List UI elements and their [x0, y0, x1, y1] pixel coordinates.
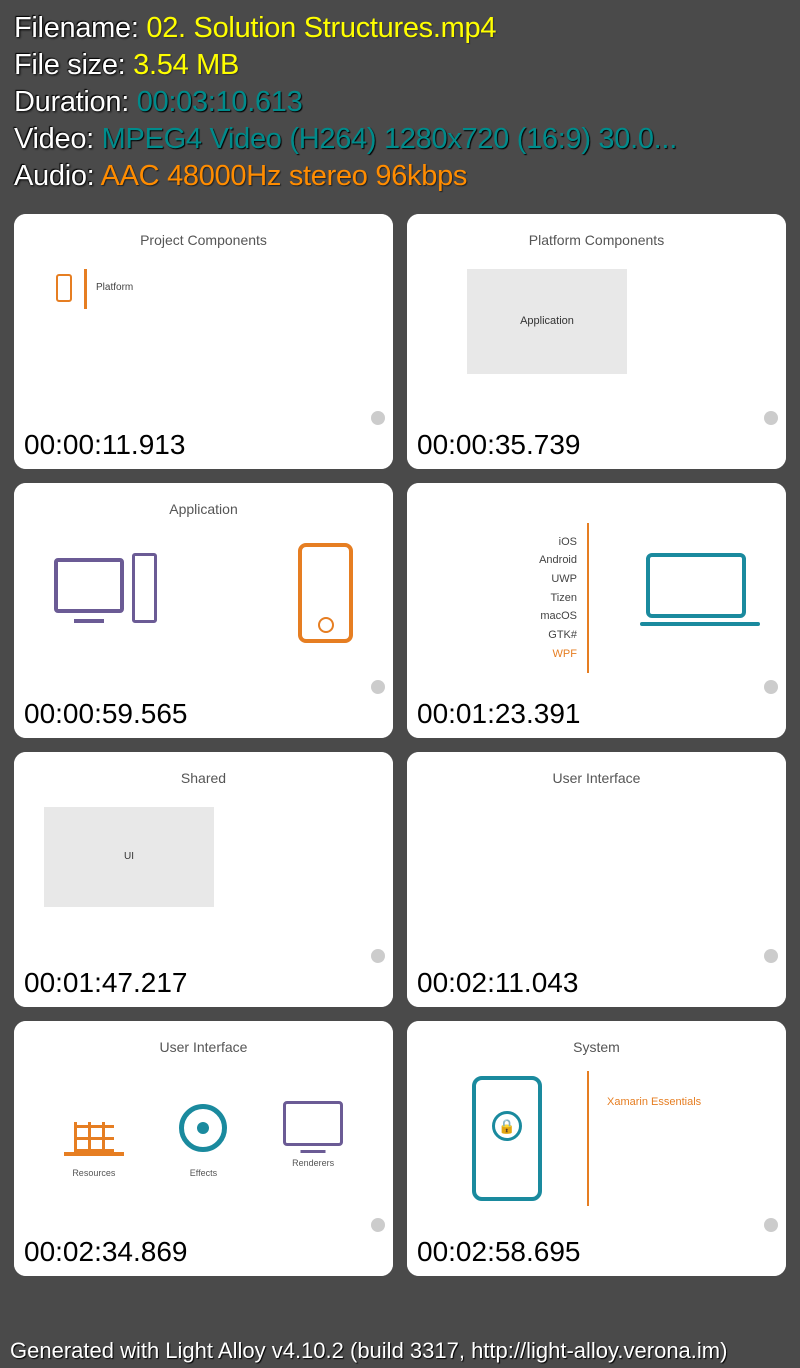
effects-item: Effects	[173, 1101, 233, 1178]
thumbnail-body: Platform Components Application	[407, 214, 786, 423]
list-item: UWP	[517, 570, 577, 589]
divider-bar	[587, 523, 589, 673]
video-value: MPEG4 Video (H264) 1280x720 (16:9) 30.0.…	[102, 123, 677, 155]
slide-title: System	[407, 1021, 786, 1055]
list-item: iOS	[517, 533, 577, 552]
audio-label: Audio:	[14, 160, 101, 192]
timestamp: 00:00:59.565	[14, 692, 393, 738]
item-label: Effects	[173, 1168, 233, 1178]
list-item: macOS	[517, 607, 577, 626]
thumbnail-body: iOS Android UWP Tizen macOS GTK# WPF	[407, 483, 786, 692]
video-label: Video:	[14, 123, 102, 155]
slide-title: Application	[14, 483, 393, 517]
list-item: Android	[517, 551, 577, 570]
resources-item: Resources	[64, 1101, 124, 1178]
watermark-icon	[764, 949, 778, 963]
lock-icon: 🔒	[492, 1111, 522, 1141]
timestamp: 00:00:35.739	[407, 423, 786, 469]
bricks-icon	[64, 1101, 124, 1156]
filesize-value: 3.54 MB	[133, 49, 239, 81]
duration-row: Duration: 00:03:10.613	[14, 84, 786, 121]
renderers-item: Renderers	[283, 1101, 343, 1178]
audio-row: Audio: AAC 48000Hz stereo 96kbps	[14, 158, 786, 195]
timestamp: 00:02:34.869	[14, 1230, 393, 1276]
list-item: GTK#	[517, 626, 577, 645]
thumbnail-body: System 🔒 Xamarin Essentials	[407, 1021, 786, 1230]
metadata-header: Filename: 02. Solution Structures.mp4 Fi…	[0, 0, 800, 214]
item-label: Resources	[64, 1168, 124, 1178]
watermark-icon	[764, 411, 778, 425]
filename-value: 02. Solution Structures.mp4	[146, 12, 496, 44]
platform-list: iOS Android UWP Tizen macOS GTK# WPF	[517, 533, 577, 664]
thumbnail-body: User Interface	[407, 752, 786, 961]
thumbnail-body: Project Components Platform	[14, 214, 393, 423]
timestamp: 00:02:58.695	[407, 1230, 786, 1276]
thumbnail-grid: Project Components Platform 00:00:11.913…	[0, 214, 800, 1276]
slide-title: User Interface	[407, 752, 786, 786]
duration-label: Duration:	[14, 86, 137, 118]
ui-box: UI	[44, 807, 214, 907]
filename-row: Filename: 02. Solution Structures.mp4	[14, 10, 786, 47]
watermark-icon	[764, 680, 778, 694]
thumbnail-body: Shared UI	[14, 752, 393, 961]
thumbnail-2[interactable]: Platform Components Application 00:00:35…	[407, 214, 786, 469]
watermark-icon	[371, 680, 385, 694]
thumbnail-4[interactable]: iOS Android UWP Tizen macOS GTK# WPF 00:…	[407, 483, 786, 738]
slide-title: Project Components	[14, 214, 393, 248]
thumbnail-6[interactable]: User Interface 00:02:11.043	[407, 752, 786, 1007]
watermark-icon	[371, 949, 385, 963]
slide-title: User Interface	[14, 1021, 393, 1055]
application-box: Application	[467, 269, 627, 374]
list-item: WPF	[517, 645, 577, 664]
monitor-icon	[283, 1101, 343, 1146]
timestamp: 00:02:11.043	[407, 961, 786, 1007]
watermark-icon	[764, 1218, 778, 1232]
xamarin-label: Xamarin Essentials	[607, 1096, 701, 1108]
divider-bar	[84, 269, 87, 309]
item-label: Renderers	[283, 1158, 343, 1168]
generator-footer: Generated with Light Alloy v4.10.2 (buil…	[10, 1338, 727, 1364]
monitor-icon	[54, 558, 124, 613]
gear-icon	[173, 1101, 233, 1156]
phone-icon: 🔒	[472, 1076, 542, 1201]
watermark-icon	[371, 1218, 385, 1232]
list-item: Tizen	[517, 589, 577, 608]
thumbnail-8[interactable]: System 🔒 Xamarin Essentials 00:02:58.695	[407, 1021, 786, 1276]
thumbnail-5[interactable]: Shared UI 00:01:47.217	[14, 752, 393, 1007]
slide-title: Platform Components	[407, 214, 786, 248]
audio-value: AAC 48000Hz stereo 96kbps	[101, 160, 468, 192]
thumbnail-1[interactable]: Project Components Platform 00:00:11.913	[14, 214, 393, 469]
timestamp: 00:01:23.391	[407, 692, 786, 738]
phone-icon	[56, 274, 72, 302]
tower-icon	[132, 553, 157, 623]
video-row: Video: MPEG4 Video (H264) 1280x720 (16:9…	[14, 121, 786, 158]
thumbnail-7[interactable]: User Interface Resources Effects Rendere…	[14, 1021, 393, 1276]
duration-value: 00:03:10.613	[137, 86, 303, 118]
laptop-icon	[646, 553, 746, 618]
icon-row: Resources Effects Renderers	[14, 1101, 393, 1178]
thumbnail-body: User Interface Resources Effects Rendere…	[14, 1021, 393, 1230]
filesize-row: File size: 3.54 MB	[14, 47, 786, 84]
phone-icon	[298, 543, 353, 643]
filename-label: Filename:	[14, 12, 146, 44]
timestamp: 00:01:47.217	[14, 961, 393, 1007]
thumbnail-body: Application	[14, 483, 393, 692]
filesize-label: File size:	[14, 49, 133, 81]
watermark-icon	[371, 411, 385, 425]
thumbnail-3[interactable]: Application 00:00:59.565	[14, 483, 393, 738]
slide-title: Shared	[14, 752, 393, 786]
divider-bar	[587, 1071, 589, 1206]
platform-label: Platform	[96, 282, 133, 293]
timestamp: 00:00:11.913	[14, 423, 393, 469]
